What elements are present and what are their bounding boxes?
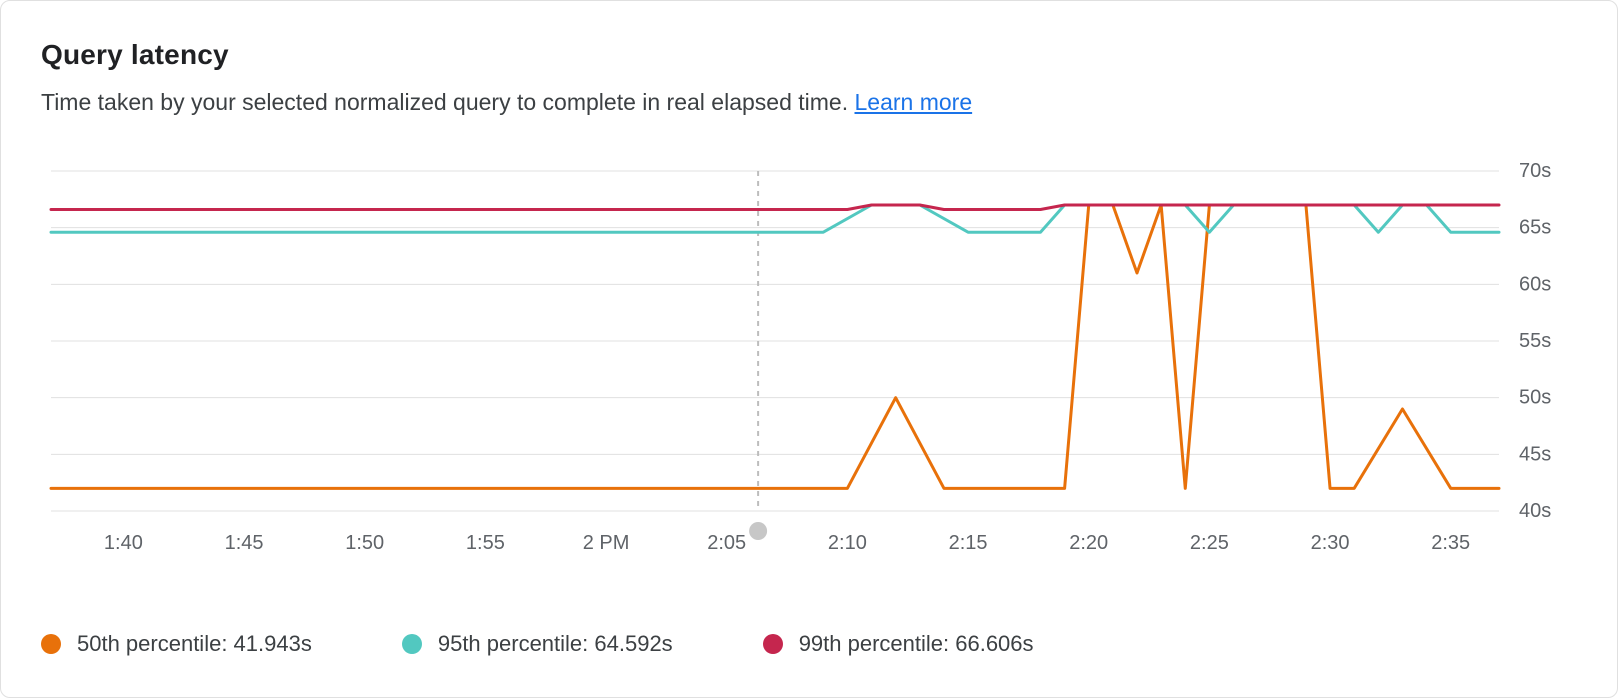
y-tick-label: 50s xyxy=(1519,387,1551,409)
chart-area: 40s45s50s55s60s65s70s1:401:451:501:552 P… xyxy=(41,161,1577,541)
x-tick-label: 2:35 xyxy=(1431,532,1470,554)
x-tick-label: 2:05 xyxy=(707,532,746,554)
subtitle-text: Time taken by your selected normalized q… xyxy=(41,89,855,115)
legend-item-p99: 99th percentile: 66.606s xyxy=(763,631,1034,657)
x-tick-label: 2:20 xyxy=(1069,532,1108,554)
legend-label-p95: 95th percentile: xyxy=(438,631,595,656)
query-latency-card: Query latency Time taken by your selecte… xyxy=(0,0,1618,698)
x-tick-label: 2 PM xyxy=(583,532,630,554)
x-tick-label: 2:15 xyxy=(949,532,988,554)
legend-swatch-p99 xyxy=(763,634,783,654)
x-tick-label: 1:50 xyxy=(345,532,384,554)
legend-item-p95: 95th percentile: 64.592s xyxy=(402,631,673,657)
legend-value-p95: 64.592s xyxy=(594,631,672,656)
x-tick-label: 2:25 xyxy=(1190,532,1229,554)
x-tick-label: 1:40 xyxy=(104,532,143,554)
x-tick-label: 1:45 xyxy=(225,532,264,554)
legend-swatch-p50 xyxy=(41,634,61,654)
y-tick-label: 45s xyxy=(1519,443,1551,465)
y-tick-label: 55s xyxy=(1519,330,1551,352)
chart-legend: 50th percentile: 41.943s 95th percentile… xyxy=(41,631,1577,657)
card-title: Query latency xyxy=(41,39,1577,71)
x-tick-label: 1:55 xyxy=(466,532,505,554)
latency-chart: 40s 45s 50s 55s 60s 65s 70s 1:40 1:45 1:50 1:55 2 P… xyxy=(41,161,1579,561)
legend-value-p99: 66.606s xyxy=(955,631,1033,656)
legend-swatch-p95 xyxy=(402,634,422,654)
legend-item-p50: 50th percentile: 41.943s xyxy=(41,631,312,657)
y-tick-label: 70s xyxy=(1519,161,1551,182)
y-tick-label: 65s xyxy=(1519,217,1551,239)
chart-cursor[interactable] xyxy=(749,171,767,540)
legend-label-p99: 99th percentile: xyxy=(799,631,956,656)
learn-more-link[interactable]: Learn more xyxy=(855,89,973,115)
x-tick-label: 2:30 xyxy=(1311,532,1350,554)
card-subtitle: Time taken by your selected normalized q… xyxy=(41,89,1577,116)
x-tick-label: 2:10 xyxy=(828,532,867,554)
legend-value-p50: 41.943s xyxy=(234,631,312,656)
series-line-0 xyxy=(51,205,1499,488)
y-tick-label: 40s xyxy=(1519,500,1551,522)
series-line-2 xyxy=(51,205,1499,210)
y-tick-label: 60s xyxy=(1519,273,1551,295)
legend-label-p50: 50th percentile: xyxy=(77,631,234,656)
